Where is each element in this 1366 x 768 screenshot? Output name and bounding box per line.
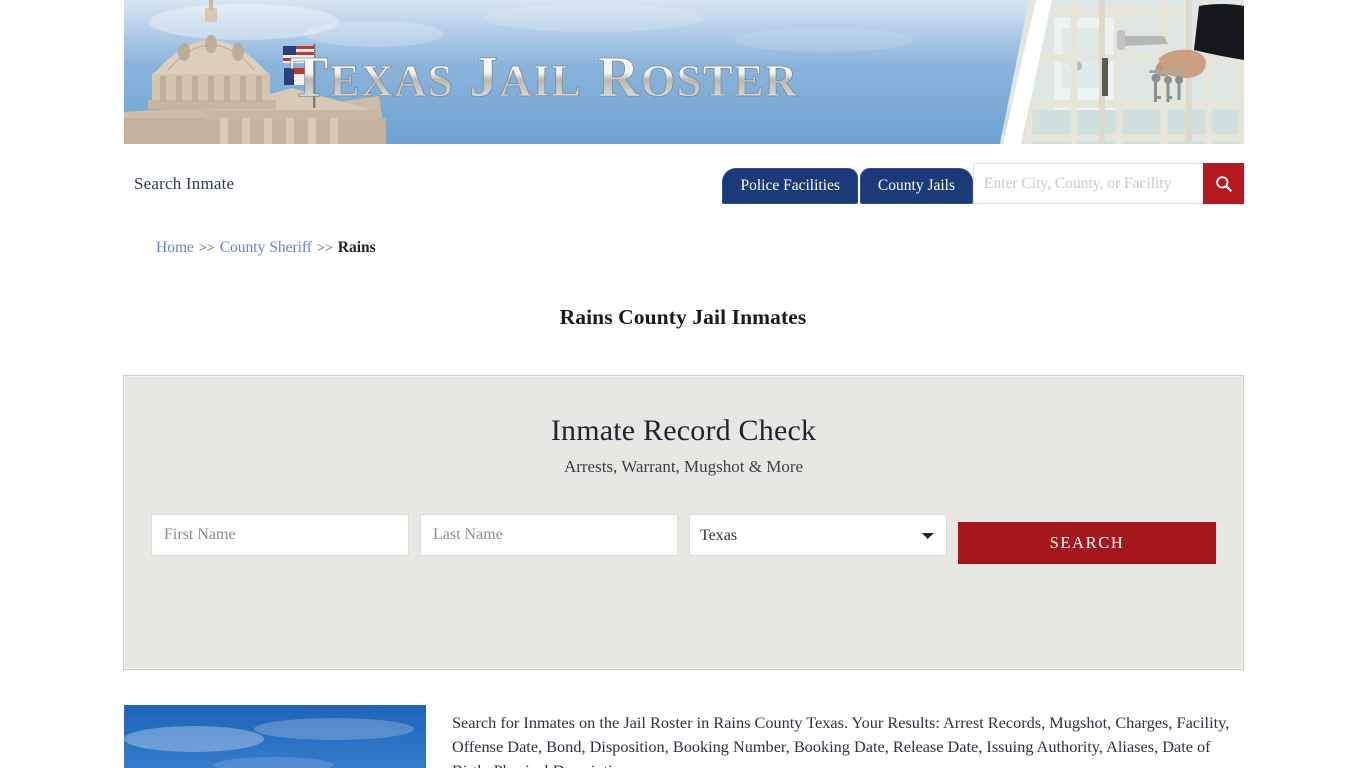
inmate-record-check-panel: Inmate Record Check Arrests, Warrant, Mu… (123, 375, 1244, 670)
tab-police-facilities[interactable]: Police Facilities (722, 167, 858, 204)
site-banner: TEXAS JAIL ROSTER (124, 0, 1244, 144)
breadcrumb-county-sheriff[interactable]: County Sheriff (220, 239, 312, 256)
tab-county-jails[interactable]: County Jails (859, 167, 973, 204)
breadcrumb-home[interactable]: Home (156, 239, 194, 256)
breadcrumb-current: Rains (337, 239, 376, 256)
page-root: TEXAS JAIL ROSTER Search Inmate Police F… (0, 0, 1366, 768)
brand-search-inmate[interactable]: Search Inmate (134, 174, 234, 194)
record-check-search-button[interactable]: SEARCH (958, 522, 1216, 564)
facility-search-input[interactable] (973, 163, 1203, 204)
record-check-form: Texas SEARCH (151, 514, 1217, 564)
last-name-input[interactable] (420, 514, 678, 556)
state-select[interactable]: Texas (689, 514, 947, 556)
breadcrumb-separator-1: >> (198, 241, 215, 256)
county-courthouse-thumbnail[interactable] (124, 705, 426, 768)
record-check-title: Inmate Record Check (550, 414, 817, 447)
courthouse-photo (124, 705, 426, 768)
banner-artwork: TEXAS JAIL ROSTER (124, 0, 1244, 144)
navbar: Search Inmate Police Facilities County J… (124, 144, 1244, 224)
breadcrumb: Home >> County Sheriff >> Rains (156, 239, 376, 257)
first-name-input[interactable] (151, 514, 409, 556)
content-description: Search for Inmates on the Jail Roster in… (452, 713, 1230, 768)
facility-search-button[interactable] (1203, 163, 1244, 204)
breadcrumb-separator-2: >> (316, 241, 333, 256)
facility-search-group (973, 163, 1244, 204)
page-title: Rains County Jail Inmates (559, 305, 807, 330)
search-icon (1215, 175, 1232, 192)
record-check-subtitle: Arrests, Warrant, Mugshot & More (563, 457, 804, 476)
content-section: Search for Inmates on the Jail Roster in… (124, 705, 1244, 768)
nav-right-group: Police Facilities County Jails (722, 158, 1244, 204)
